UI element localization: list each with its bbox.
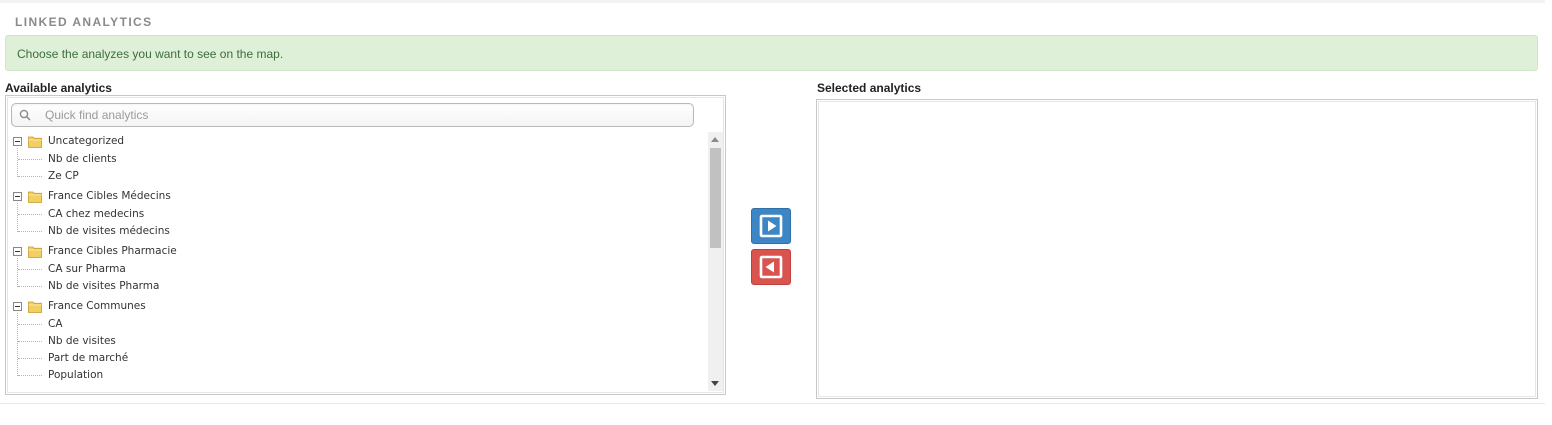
tree-group-row[interactable]: France Communes [9, 297, 709, 316]
tree-item[interactable]: CA chez medecins [9, 206, 709, 223]
tree-item[interactable]: Nb de visites médecins [9, 223, 709, 240]
scroll-down-icon[interactable] [711, 381, 719, 386]
collapse-icon[interactable] [13, 192, 22, 201]
available-analytics-panel: Uncategorized Nb de clientsZe CP France Ci… [5, 95, 726, 395]
tree-scrollbar[interactable] [708, 132, 723, 391]
arrow-left-icon [759, 255, 783, 279]
folder-icon [28, 190, 42, 203]
remove-analytics-button[interactable] [751, 249, 791, 285]
folder-icon [28, 300, 42, 313]
collapse-icon[interactable] [13, 247, 22, 256]
search-icon [19, 109, 31, 121]
bottom-border [0, 403, 1545, 404]
search-input[interactable] [45, 106, 685, 124]
quick-find-search[interactable] [11, 103, 694, 127]
tree-group: France Cibles Médecins CA chez medecins Nb… [9, 187, 709, 240]
arrow-right-icon [759, 214, 783, 238]
tree-item[interactable]: Nb de visites [9, 333, 709, 350]
tree-group: France Communes CA Nb de visites Part de ma… [9, 297, 709, 384]
tree-group: Uncategorized Nb de clients Ze CP [9, 132, 709, 185]
add-analytics-button[interactable] [751, 208, 791, 244]
scroll-thumb[interactable] [710, 148, 721, 248]
scroll-up-icon[interactable] [711, 137, 719, 142]
tree-item[interactable]: Ze CP [9, 168, 709, 185]
analytics-tree: Uncategorized Nb de clients Ze CP France Ci… [9, 132, 709, 391]
tree-group: France Cibles Pharmacie CA sur Pharma Nb d… [9, 242, 709, 295]
tree-group-row[interactable]: Uncategorized [9, 132, 709, 151]
collapse-icon[interactable] [13, 302, 22, 311]
tree-group-label: France Communes [48, 300, 146, 312]
folder-icon [28, 245, 42, 258]
section-title: LINKED ANALYTICS [15, 15, 153, 29]
tree-group-row[interactable]: France Cibles Pharmacie [9, 242, 709, 261]
tree-group-label: France Cibles Médecins [48, 190, 171, 202]
top-border [0, 0, 1545, 3]
selected-analytics-label: Selected analytics [817, 81, 922, 95]
tree-item[interactable]: Part de marché [9, 350, 709, 367]
available-analytics-label: Available analytics [5, 81, 112, 95]
tree-item[interactable]: CA sur Pharma [9, 261, 709, 278]
folder-icon [28, 135, 42, 148]
tree-item[interactable]: Nb de clients [9, 151, 709, 168]
tree-item[interactable]: Population [9, 367, 709, 384]
info-alert: Choose the analyzes you want to see on t… [5, 35, 1538, 71]
collapse-icon[interactable] [13, 137, 22, 146]
info-message: Choose the analyzes you want to see on t… [17, 47, 284, 61]
tree-group-label: France Cibles Pharmacie [48, 245, 177, 257]
selected-analytics-list[interactable] [816, 99, 1538, 399]
tree-item[interactable]: CA [9, 316, 709, 333]
tree-group-row[interactable]: France Cibles Médecins [9, 187, 709, 206]
tree-group-label: Uncategorized [48, 135, 125, 147]
tree-item[interactable]: Nb de visites Pharma [9, 278, 709, 295]
